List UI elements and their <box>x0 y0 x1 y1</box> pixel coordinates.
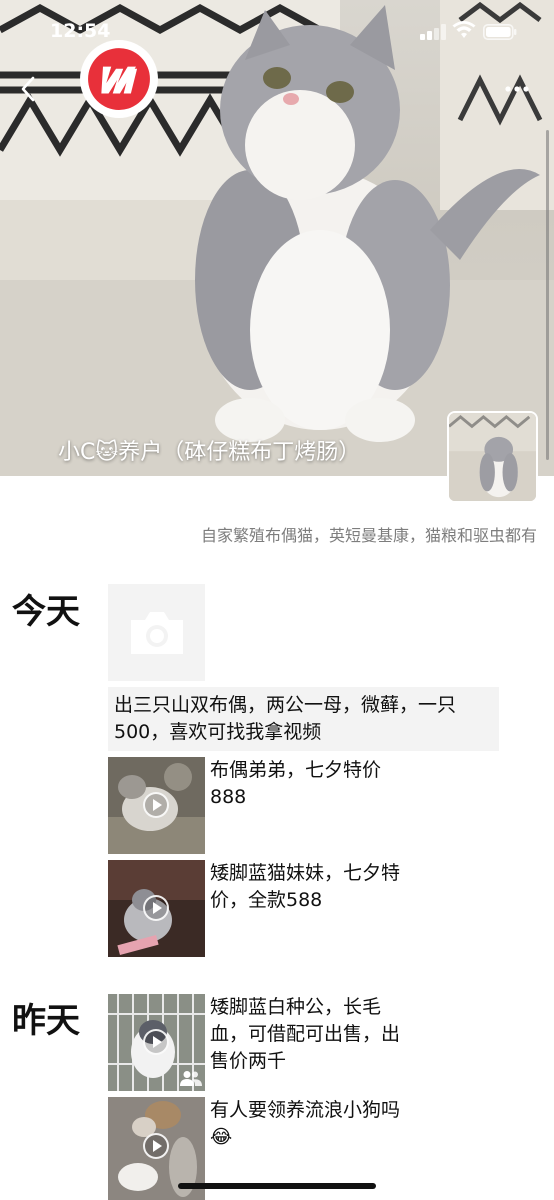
brand-logo[interactable] <box>80 40 158 118</box>
profile-name: 小C🐱养户（砵仔糕布丁烤肠） <box>58 440 361 465</box>
play-icon <box>143 895 169 921</box>
battery-icon <box>483 24 517 40</box>
list-item[interactable]: 矮脚蓝猫妹妹，七夕特价，全款588 <box>108 860 508 957</box>
avatar-image <box>449 413 536 501</box>
camera-icon <box>130 611 183 654</box>
more-dots-icon[interactable] <box>500 80 534 98</box>
list-item[interactable]: 布偶弟弟，七夕特价888 <box>108 757 508 854</box>
play-icon <box>143 1133 169 1159</box>
date-label-yesterday: 昨天 <box>12 1001 80 1041</box>
video-thumbnail[interactable] <box>108 994 205 1091</box>
status-time: 12:54 <box>50 20 111 42</box>
post-camera-button[interactable] <box>108 584 205 681</box>
play-icon <box>143 792 169 818</box>
post-caption: 矮脚蓝白种公，长毛血，可借配可出售，出售价两千 <box>210 996 401 1072</box>
post-caption: 布偶弟弟，七夕特价888 <box>210 759 382 808</box>
cellular-signal-icon <box>420 24 446 40</box>
back-chevron-left-icon[interactable] <box>14 74 44 104</box>
date-label-today: 今天 <box>12 592 80 632</box>
brand-logo-icon <box>88 48 150 110</box>
video-thumbnail[interactable] <box>108 860 205 957</box>
group-icon <box>180 1071 202 1086</box>
video-thumbnail[interactable] <box>108 757 205 854</box>
text-post[interactable]: 出三只山双布偶，两公一母，微藓，一只500，喜欢可找我拿视频 <box>108 687 499 751</box>
play-icon <box>143 1029 169 1055</box>
wifi-icon <box>452 21 476 38</box>
status-bar: 12:54 <box>0 0 554 60</box>
home-indicator <box>178 1183 376 1189</box>
profile-signature: 自家繁殖布偶猫，英短曼基康，猫粮和驱虫都有 <box>200 526 537 545</box>
post-caption: 矮脚蓝猫妹妹，七夕特价，全款588 <box>210 862 401 911</box>
list-item[interactable]: 矮脚蓝白种公，长毛血，可借配可出售，出售价两千 <box>108 994 508 1091</box>
post-caption: 有人要领养流浪小狗吗😂 <box>210 1099 401 1148</box>
cover-image[interactable]: 12:54 小C🐱养户（砵仔糕布丁烤肠） <box>0 0 554 476</box>
avatar[interactable] <box>447 411 538 503</box>
